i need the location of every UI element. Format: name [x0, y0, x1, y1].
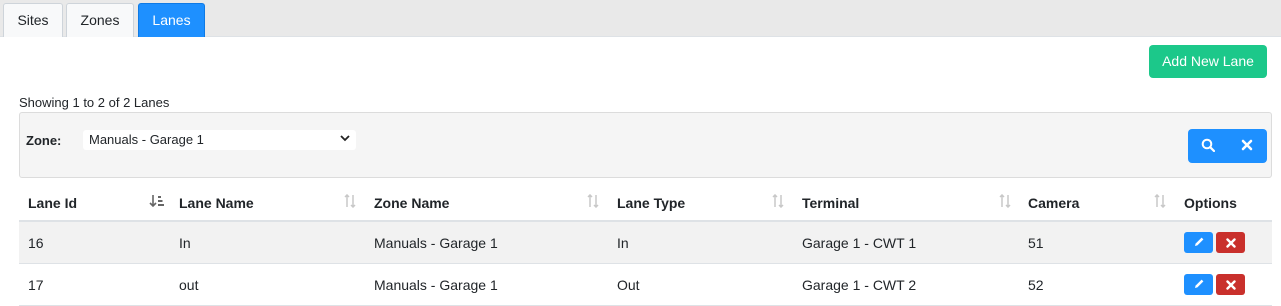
- cell-zone-name: Manuals - Garage 1: [374, 277, 498, 293]
- table-header: Lane Id Lane Name Zone Name Lane Type Te…: [19, 180, 1272, 222]
- sort-icon[interactable]: [586, 193, 600, 211]
- pencil-icon: [1193, 277, 1205, 293]
- zone-select-value: Manuals - Garage 1: [89, 132, 204, 147]
- search-icon: [1201, 138, 1215, 155]
- column-header-lane-name[interactable]: Lane Name: [179, 195, 254, 211]
- close-icon: [1225, 277, 1236, 293]
- tab-sites[interactable]: Sites: [3, 3, 63, 37]
- results-summary: Showing 1 to 2 of 2 Lanes: [19, 95, 170, 110]
- cell-camera: 52: [1028, 277, 1044, 293]
- delete-button[interactable]: [1216, 232, 1245, 253]
- table-row: 17 out Manuals - Garage 1 Out Garage 1 -…: [19, 264, 1272, 306]
- edit-button[interactable]: [1184, 274, 1213, 295]
- column-header-lane-id[interactable]: Lane Id: [28, 195, 77, 211]
- tab-zones[interactable]: Zones: [66, 3, 134, 37]
- search-button[interactable]: [1188, 129, 1227, 163]
- column-header-camera[interactable]: Camera: [1028, 195, 1079, 211]
- filter-panel: Zone: Manuals - Garage 1: [19, 112, 1272, 178]
- edit-button[interactable]: [1184, 232, 1213, 253]
- add-new-lane-button[interactable]: Add New Lane: [1149, 45, 1267, 78]
- cell-terminal: Garage 1 - CWT 1: [802, 235, 917, 251]
- sort-icon[interactable]: [1153, 193, 1167, 211]
- sort-ascending-icon[interactable]: [149, 194, 165, 211]
- cell-lane-name: out: [179, 277, 199, 293]
- cell-lane-id: 17: [28, 277, 44, 293]
- column-header-options: Options: [1184, 195, 1237, 211]
- sort-icon[interactable]: [771, 193, 785, 211]
- zone-label: Zone:: [26, 133, 62, 148]
- cell-lane-id: 16: [28, 235, 44, 251]
- cell-terminal: Garage 1 - CWT 2: [802, 277, 917, 293]
- clear-filter-button[interactable]: [1227, 129, 1266, 163]
- cell-zone-name: Manuals - Garage 1: [374, 235, 498, 251]
- tab-bar: Sites Zones Lanes: [0, 0, 1281, 37]
- cell-lane-type: Out: [617, 277, 640, 293]
- column-header-lane-type[interactable]: Lane Type: [617, 195, 685, 211]
- pencil-icon: [1193, 235, 1205, 251]
- cell-camera: 51: [1028, 235, 1044, 251]
- filter-button-group: [1188, 129, 1267, 163]
- tab-lanes[interactable]: Lanes: [138, 3, 205, 37]
- chevron-down-icon: [340, 131, 350, 151]
- delete-button[interactable]: [1216, 274, 1245, 295]
- close-icon: [1241, 138, 1253, 154]
- cell-lane-type: In: [617, 235, 629, 251]
- sort-icon[interactable]: [343, 193, 357, 211]
- cell-lane-name: In: [179, 235, 191, 251]
- zone-select[interactable]: Manuals - Garage 1: [83, 130, 356, 150]
- close-icon: [1225, 235, 1236, 251]
- table-row: 16 In Manuals - Garage 1 In Garage 1 - C…: [19, 222, 1272, 264]
- column-header-zone-name[interactable]: Zone Name: [374, 195, 449, 211]
- sort-icon[interactable]: [998, 193, 1012, 211]
- column-header-terminal[interactable]: Terminal: [802, 195, 859, 211]
